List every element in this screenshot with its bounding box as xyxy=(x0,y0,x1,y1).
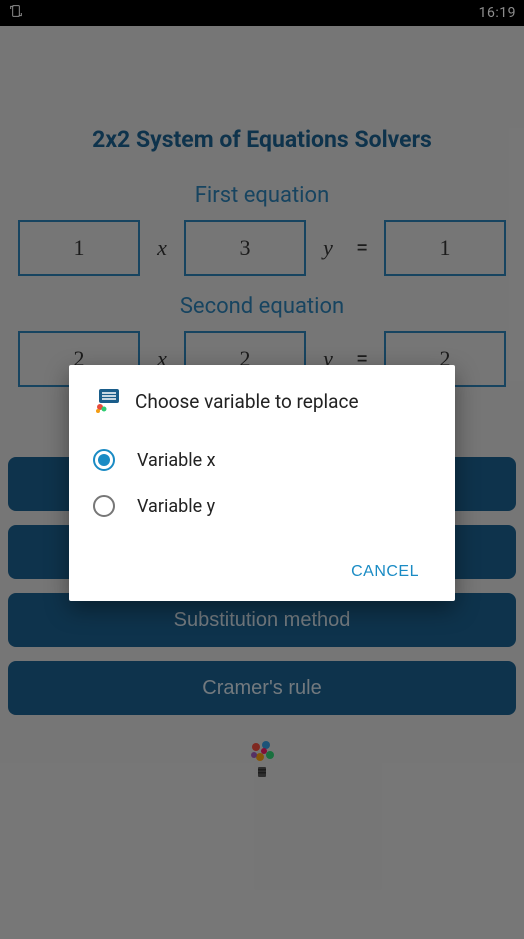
cancel-button[interactable]: CANCEL xyxy=(339,555,431,589)
radio-y-label: Variable y xyxy=(137,496,215,517)
radio-x-indicator xyxy=(93,449,115,471)
dialog-title: Choose variable to replace xyxy=(135,390,359,413)
dialog-app-icon xyxy=(93,387,121,415)
radio-y-indicator xyxy=(93,495,115,517)
dialog-actions: CANCEL xyxy=(93,555,431,589)
radio-option-x[interactable]: Variable x xyxy=(93,437,431,483)
radio-x-label: Variable x xyxy=(137,450,216,471)
dialog-header: Choose variable to replace xyxy=(93,387,431,415)
radio-option-y[interactable]: Variable y xyxy=(93,483,431,529)
choose-variable-dialog: Choose variable to replace Variable x Va… xyxy=(69,365,455,601)
